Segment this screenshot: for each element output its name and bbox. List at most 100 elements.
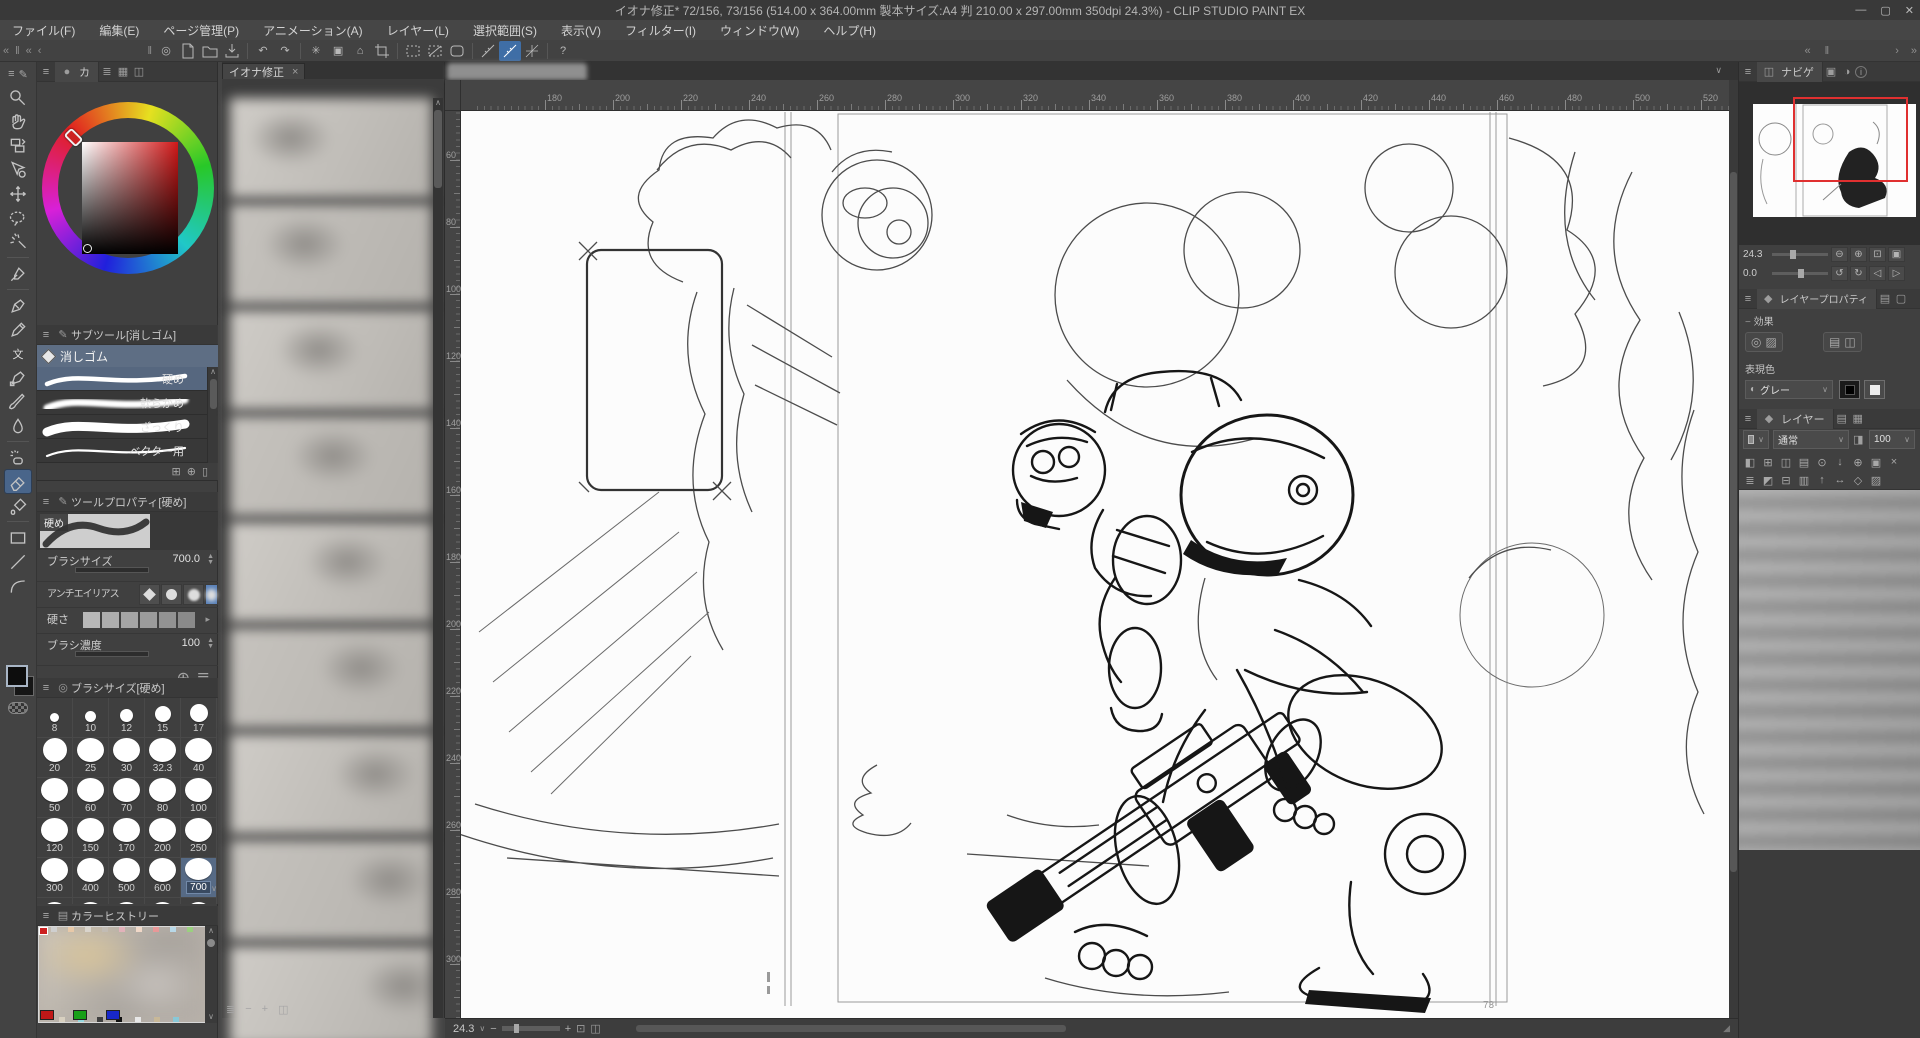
page-thumbnail[interactable] xyxy=(230,522,432,622)
delete-subtool-icon[interactable]: ▯ xyxy=(202,465,208,478)
brush-size-12[interactable]: 12 xyxy=(109,698,145,738)
panel-menu-icon[interactable]: ≡ xyxy=(37,329,55,341)
history-swatch[interactable] xyxy=(173,1017,179,1022)
selection-tool[interactable] xyxy=(5,206,31,229)
saturation-value-square[interactable] xyxy=(82,142,178,254)
subtool-scrollbar[interactable]: ∧ xyxy=(207,367,218,463)
expression-color-dropdown[interactable]: ◐ グレー ∨ xyxy=(1745,380,1833,399)
expand-right-icon[interactable]: » xyxy=(1908,45,1920,57)
antialias-weak-button[interactable] xyxy=(161,584,182,605)
snap-ruler-icon[interactable] xyxy=(477,41,499,61)
panel-menu-icon[interactable]: ≡ xyxy=(37,910,55,922)
palette-color-dropdown[interactable]: ∨ xyxy=(1743,430,1769,449)
blend-mode-dropdown[interactable]: 通常 ∨ xyxy=(1773,430,1849,449)
nav-zoom-out-icon[interactable]: ⊖ xyxy=(1831,247,1848,262)
history-swatch[interactable] xyxy=(106,1010,120,1020)
history-swatch[interactable] xyxy=(51,927,57,932)
zoom-out-icon[interactable]: − xyxy=(490,1023,496,1035)
thumb-larger-icon[interactable]: + xyxy=(262,1003,268,1016)
brush-size-500[interactable]: 500 xyxy=(109,858,145,898)
layer-tool-r1-8[interactable]: × xyxy=(1885,454,1903,470)
layer-tool-r2-0[interactable]: ≣ xyxy=(1741,472,1759,488)
panel-menu-icon[interactable]: ≡ xyxy=(1739,413,1757,425)
document-tab-blurred[interactable] xyxy=(447,63,587,80)
tab-color-slider[interactable]: ≣ xyxy=(99,65,115,79)
text-tool[interactable]: 文 xyxy=(5,342,31,365)
thumb-smaller-icon[interactable]: − xyxy=(245,1003,251,1016)
brush-size-clipped[interactable] xyxy=(109,898,145,904)
stepper-icon[interactable]: ▲▼ xyxy=(207,554,214,566)
collapse-left-icon[interactable]: « xyxy=(23,45,35,57)
maximize-button[interactable]: ▢ xyxy=(1880,4,1890,17)
history-swatch[interactable] xyxy=(40,1010,54,1020)
subtool-item-3[interactable]: ベクター用 xyxy=(37,439,218,463)
clip-studio-icon[interactable]: ◎ xyxy=(155,41,177,61)
color-wheel[interactable]: H0 S0 V0 ▶ xyxy=(37,92,218,304)
canvas-vertical-scrollbar[interactable] xyxy=(1729,80,1738,1018)
subtool-item-0[interactable]: 硬め xyxy=(37,367,218,391)
menu-item-7[interactable]: フィルター(I) xyxy=(613,20,708,41)
history-swatch[interactable] xyxy=(102,927,108,932)
snap-grid-icon[interactable] xyxy=(521,41,543,61)
tab-color-wheel[interactable]: ● カ xyxy=(55,62,99,82)
panel-menu-icon[interactable]: ≡ xyxy=(8,68,14,81)
tab-effect[interactable]: ▤ xyxy=(1877,292,1893,306)
register-subtool-icon[interactable]: ⊞ xyxy=(172,465,181,478)
menu-item-1[interactable]: 編集(E) xyxy=(87,20,151,41)
figure-tool[interactable] xyxy=(5,550,31,573)
actual-pixels-icon[interactable]: ◫ xyxy=(590,1022,600,1035)
canvas-document[interactable]: 73 xyxy=(461,111,1729,1018)
object-icon[interactable]: ▣ xyxy=(327,41,349,61)
effect-icon-0[interactable]: ◎ xyxy=(1751,335,1761,349)
nav-fit-icon[interactable]: ⊡ xyxy=(1869,247,1886,262)
black-toggle-button[interactable] xyxy=(1839,380,1860,399)
tab-layer-property[interactable]: ◆ レイヤープロパティ xyxy=(1757,289,1877,309)
brush-size-70[interactable]: 70 xyxy=(109,778,145,818)
tab-extra[interactable]: ▢ xyxy=(1893,292,1909,306)
effect-icon-0[interactable]: ▤ xyxy=(1829,335,1840,349)
brush-size-clipped[interactable] xyxy=(181,898,217,904)
antialias-middle-button[interactable] xyxy=(183,584,204,605)
splitter-icon[interactable]: ‖ xyxy=(12,45,23,57)
layer-tool-r1-5[interactable]: ↓ xyxy=(1831,454,1849,470)
tab-layer-template[interactable]: ▦ xyxy=(1850,412,1866,426)
brush-size-60[interactable]: 60 xyxy=(73,778,109,818)
brush-size-slider[interactable] xyxy=(75,567,149,573)
layer-tool-r2-3[interactable]: ▥ xyxy=(1795,472,1813,488)
tab-layer[interactable]: ◆ レイヤー xyxy=(1757,409,1834,429)
expand-icon[interactable]: ▸ xyxy=(205,614,210,625)
effect-group-border-tone[interactable]: ◎▨ xyxy=(1745,332,1783,352)
menu-item-4[interactable]: レイヤー(L) xyxy=(375,20,461,41)
nav-zoom-in-icon[interactable]: ⊕ xyxy=(1850,247,1867,262)
subtool-item-2[interactable]: ざっくり xyxy=(37,415,218,439)
layer-tool-r1-2[interactable]: ◫ xyxy=(1777,454,1795,470)
history-swatch[interactable] xyxy=(85,927,91,932)
tab-color-set[interactable]: ▦ xyxy=(115,65,131,79)
page-thumbnail[interactable] xyxy=(230,310,432,410)
blend-tool[interactable] xyxy=(5,414,31,437)
collapse-left-icon[interactable]: « xyxy=(1802,45,1814,57)
curve-tool[interactable] xyxy=(5,574,31,597)
brush-size-8[interactable]: 8 xyxy=(37,698,73,738)
fill-tool[interactable] xyxy=(5,494,31,517)
canvas-zoom-slider[interactable] xyxy=(502,1026,560,1031)
panel-menu-icon[interactable]: ≡ xyxy=(37,496,55,508)
panel-menu-icon[interactable]: ≡ xyxy=(1739,293,1757,305)
minimize-button[interactable]: — xyxy=(1855,4,1866,16)
history-swatch[interactable] xyxy=(135,1017,141,1022)
history-swatch[interactable] xyxy=(73,1010,87,1020)
snap-special-ruler-icon[interactable] xyxy=(499,41,521,61)
page-tab[interactable]: イオナ修正 × xyxy=(222,63,305,79)
eyedropper-tool[interactable] xyxy=(5,262,31,285)
close-tab-icon[interactable]: × xyxy=(292,66,298,78)
select-rect-icon[interactable] xyxy=(402,41,424,61)
layer-tool-r1-6[interactable]: ⊕ xyxy=(1849,454,1867,470)
layer-tool-r2-5[interactable]: ↔ xyxy=(1831,472,1849,488)
history-swatch[interactable] xyxy=(119,927,125,932)
brush-size-32.3[interactable]: 32.3 xyxy=(145,738,181,778)
brush-size-clipped[interactable] xyxy=(145,898,181,904)
white-toggle-button[interactable] xyxy=(1864,380,1885,399)
brush-size-50[interactable]: 50 xyxy=(37,778,73,818)
brush-size-170[interactable]: 170 xyxy=(109,818,145,858)
pen-tool[interactable] xyxy=(5,294,31,317)
